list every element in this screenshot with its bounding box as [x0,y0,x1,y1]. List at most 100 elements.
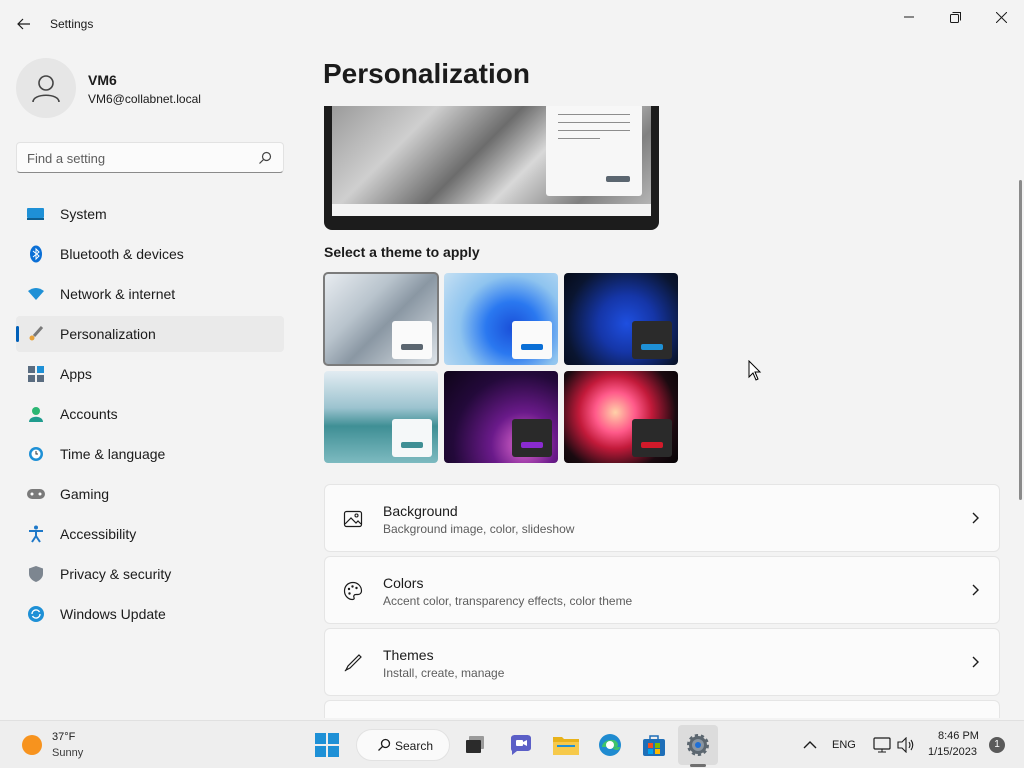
next-settings-card[interactable] [324,700,1000,718]
active-app-indicator [690,764,706,767]
user-profile[interactable]: VM6 VM6@collabnet.local [16,58,286,118]
close-icon [995,11,1007,23]
search-input[interactable]: Find a setting [16,142,284,173]
taskbar-search-button[interactable]: Search [356,729,450,761]
sidebar-item-system[interactable]: System [16,196,284,232]
preview-wallpaper [332,106,651,216]
theme-windows-blue[interactable] [444,273,558,365]
accounts-icon [27,405,45,423]
sidebar-item-windows-update[interactable]: Windows Update [16,596,284,632]
scrollbar[interactable] [1019,180,1022,500]
language-indicator[interactable]: ENG [832,739,856,751]
taskbar: 37°F Sunny Search ENG 8:46 PM 1/15/2023 [0,720,1024,768]
edge-button[interactable] [596,731,624,759]
theme-windows-light[interactable] [323,272,439,366]
show-hidden-icons-button[interactable] [796,731,824,759]
brush-icon [27,325,45,343]
notification-badge[interactable]: 1 [989,737,1005,753]
gear-icon [687,734,709,756]
user-email: VM6@collabnet.local [88,92,201,106]
volume-icon [897,737,914,753]
sidebar-item-accessibility[interactable]: Accessibility [16,516,284,552]
content-pane: Select a theme to apply Background Backg… [300,106,1008,718]
sidebar-item-privacy[interactable]: Privacy & security [16,556,284,592]
chat-button[interactable] [507,731,535,759]
chevron-right-icon [972,584,979,596]
theme-flow[interactable] [564,371,678,463]
file-explorer-button[interactable] [552,731,580,759]
store-icon [643,735,665,756]
theme-captured-motion[interactable] [444,371,558,463]
shield-icon [27,565,45,583]
task-view-icon [466,736,484,753]
update-icon [27,605,45,623]
windows-logo-icon [315,733,339,757]
bluetooth-icon [27,245,45,263]
volume-tray-button[interactable] [892,731,920,759]
system-icon [27,205,45,223]
sidebar-nav: System Bluetooth & devices Network & int… [16,196,284,636]
sidebar-item-network[interactable]: Network & internet [16,276,284,312]
back-button[interactable] [12,12,36,36]
avatar [16,58,76,118]
search-icon [378,738,391,751]
close-button[interactable] [978,4,1024,30]
colors-card-subtitle: Accent color, transparency effects, colo… [383,594,633,608]
theme-windows-dark[interactable] [564,273,678,365]
accessibility-icon [27,525,45,543]
chevron-right-icon [972,512,979,524]
theme-glow[interactable] [324,371,438,463]
weather-condition: Sunny [52,747,84,759]
clock-date: 1/15/2023 [928,746,977,758]
palette-icon [343,581,363,601]
background-card-subtitle: Background image, color, slideshow [383,522,575,536]
image-icon [343,510,363,528]
folder-icon [553,737,579,755]
pen-icon [344,654,362,672]
user-name: VM6 [88,72,117,88]
chat-icon [511,735,531,755]
chevron-up-icon [803,741,817,749]
sidebar-item-personalization[interactable]: Personalization [16,316,284,352]
sidebar-item-time-language[interactable]: Time & language [16,436,284,472]
search-placeholder: Find a setting [27,151,106,166]
restore-icon [949,11,961,23]
back-arrow-icon [17,18,30,30]
themes-card-title: Themes [383,647,434,663]
wifi-icon [27,285,45,303]
chevron-right-icon [972,656,979,668]
theme-preview [324,106,659,230]
sidebar-item-accounts[interactable]: Accounts [16,396,284,432]
themes-card-subtitle: Install, create, manage [383,666,505,680]
background-card-title: Background [383,503,458,519]
restore-button[interactable] [932,4,978,30]
sidebar-item-bluetooth[interactable]: Bluetooth & devices [16,236,284,272]
task-view-button[interactable] [462,731,490,759]
clock-time: 8:46 PM [938,730,979,742]
network-icon [873,737,891,753]
mouse-cursor-icon [748,360,762,381]
search-icon [259,151,272,164]
themes-card[interactable]: Themes Install, create, manage [324,628,1000,696]
title-bar: Settings [0,0,1024,48]
store-button[interactable] [640,731,668,759]
settings-taskbar-button[interactable] [684,731,712,759]
apps-icon [27,365,45,383]
edge-icon [599,734,621,756]
sun-icon [22,735,42,755]
start-button[interactable] [313,731,341,759]
themes-section-label: Select a theme to apply [324,244,480,260]
minimize-button[interactable] [886,4,932,30]
background-card[interactable]: Background Background image, color, slid… [324,484,1000,552]
clock-icon [27,445,45,463]
gamepad-icon [27,485,45,503]
sidebar-item-apps[interactable]: Apps [16,356,284,392]
colors-card-title: Colors [383,575,424,591]
user-icon [32,75,60,103]
app-title: Settings [50,17,94,31]
weather-temperature: 37°F [52,731,76,743]
sidebar-item-gaming[interactable]: Gaming [16,476,284,512]
preview-window [546,106,642,196]
colors-card[interactable]: Colors Accent color, transparency effect… [324,556,1000,624]
page-title: Personalization [323,58,530,89]
